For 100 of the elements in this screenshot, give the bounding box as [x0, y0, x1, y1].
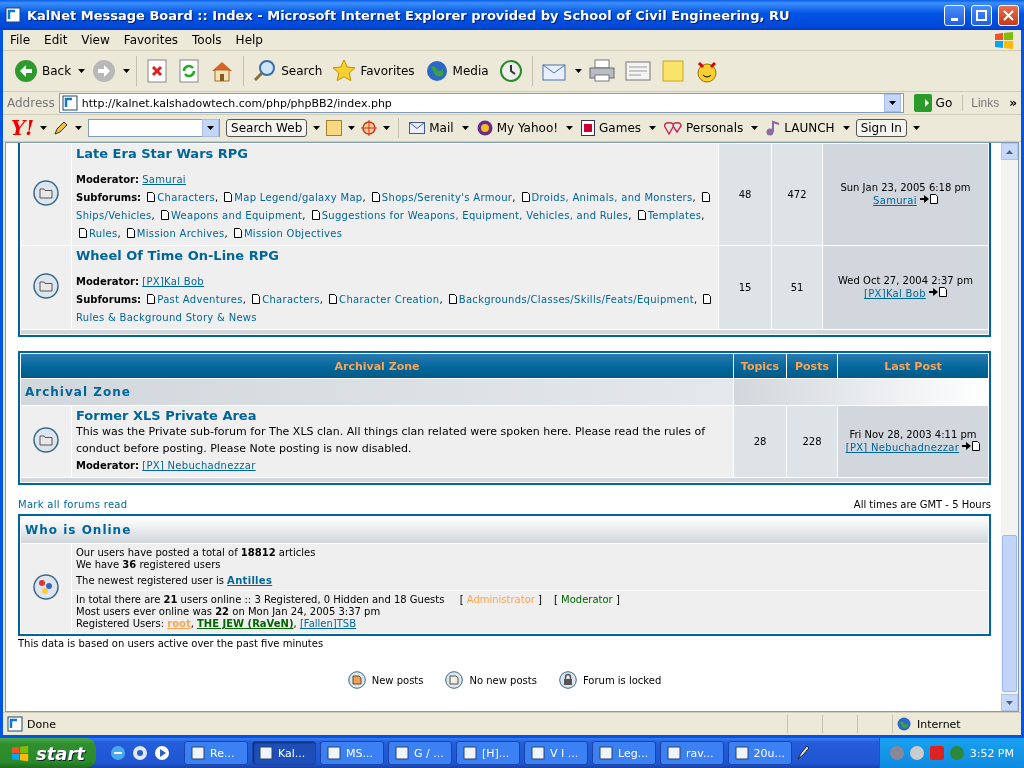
caret-icon[interactable]	[912, 126, 920, 130]
sign-in-button[interactable]: Sign In	[855, 119, 907, 137]
caret-icon[interactable]	[842, 126, 850, 130]
category-link[interactable]: Archival Zone	[21, 379, 733, 405]
document-icon	[637, 210, 646, 220]
moderator-link[interactable]: [PX] Nebuchadnezzar	[142, 460, 256, 471]
caret-icon[interactable]	[383, 126, 391, 130]
menu-item[interactable]: Help	[228, 30, 270, 50]
forum-title-link[interactable]: Former XLS Private Area	[76, 408, 729, 423]
scroll-up-button[interactable]	[1001, 143, 1018, 160]
subforum-link[interactable]: Past Adventures	[157, 294, 243, 305]
yahoo-toolbar-button[interactable]: Personals	[662, 121, 746, 135]
caret-icon[interactable]	[40, 126, 48, 130]
taskbar-button[interactable]: Leg...	[592, 741, 656, 765]
taskbar-button[interactable]: Re...	[184, 741, 248, 765]
highlight-icon[interactable]	[326, 120, 343, 136]
author-link[interactable]: [PX]Kal Bob	[864, 288, 926, 299]
pen-icon[interactable]	[796, 745, 810, 761]
window-icon	[395, 746, 409, 760]
user-link[interactable]: [Fallen]TSB	[299, 618, 357, 629]
caret-icon[interactable]	[566, 126, 574, 130]
subforum-link[interactable]: Ships/Vehicles	[76, 210, 152, 221]
moderator-label: Moderator:	[76, 276, 140, 287]
mark-read-link[interactable]: Mark all forums read	[18, 499, 128, 510]
taskbar-button[interactable]: G / ...	[388, 741, 452, 765]
yahoo-toolbar-button[interactable]: My Yahoo!	[474, 120, 561, 136]
browser-icon[interactable]	[132, 745, 148, 761]
last-post-date: Sun Jan 23, 2005 6:18 pm	[839, 182, 972, 194]
toolbar-button[interactable]: Media	[421, 57, 492, 85]
subforum-link[interactable]: Rules & Background Story & News	[76, 312, 257, 323]
moderator-link[interactable]: [PX]Kal Bob	[142, 276, 204, 287]
caret-icon[interactable]	[574, 69, 582, 73]
caret-icon[interactable]	[75, 126, 83, 130]
play-icon[interactable]	[154, 745, 170, 761]
user-link[interactable]: THE JEW (RaVeN)	[197, 618, 294, 629]
yahoo-logo[interactable]: Y!	[11, 116, 35, 140]
taskbar-button[interactable]: [H]...	[456, 741, 520, 765]
printer-icon	[588, 59, 615, 83]
minimize-button[interactable]	[944, 4, 965, 26]
arrow-document-icon[interactable]	[962, 441, 981, 451]
yahoo-toolbar-button[interactable]: LAUNCH	[764, 120, 837, 136]
topics-count: 15	[719, 246, 771, 329]
arrow-document-icon[interactable]	[929, 287, 947, 297]
taskbar-button[interactable]: MS...	[320, 741, 384, 765]
browser-icon[interactable]	[110, 745, 126, 761]
menu-item[interactable]: View	[74, 30, 117, 50]
taskbar-button[interactable]: 20u...	[728, 741, 792, 765]
caret-icon[interactable]	[78, 69, 86, 73]
caret-icon[interactable]	[461, 126, 469, 130]
subforum-link[interactable]: Backgrounds/Classes/Skills/Feats/Equipment	[458, 294, 694, 305]
address-field[interactable]: http://kalnet.kalshadowtech.com/php/phpBB2/index.php	[58, 93, 904, 113]
caret-icon[interactable]	[348, 126, 356, 130]
go-button[interactable]: Go	[907, 94, 959, 112]
caret-icon[interactable]	[649, 126, 657, 130]
separator-text: ,	[362, 192, 366, 203]
document-icon	[252, 294, 261, 304]
toolbar-button[interactable]: Back	[11, 57, 75, 85]
taskbar-button[interactable]: Kal...	[252, 741, 316, 765]
moderator-link[interactable]: Samurai	[142, 174, 186, 185]
menu-item[interactable]: Tools	[185, 30, 229, 50]
search-web-button[interactable]: Search Web	[226, 119, 308, 137]
menu-item[interactable]: Edit	[37, 30, 75, 50]
user-link[interactable]: Antilles	[227, 575, 273, 586]
start-button[interactable]: start	[0, 738, 96, 768]
scroll-down-button[interactable]	[1001, 694, 1018, 711]
forum-title-link[interactable]: Late Era Star Wars RPG	[76, 146, 714, 161]
taskbar-button[interactable]: rav...	[660, 741, 724, 765]
yahoo-toolbar-button[interactable]: Games	[579, 120, 644, 136]
legend-label: New posts	[371, 674, 424, 686]
menu-item[interactable]: Favorites	[116, 30, 186, 50]
folder-icon	[33, 180, 59, 206]
scrollbar-thumb[interactable]	[1002, 535, 1017, 692]
subforum-link[interactable]: Mission Archives	[136, 228, 225, 239]
crosshair-icon[interactable]	[361, 120, 378, 136]
subforum-link[interactable]: Mission Objectives	[243, 228, 343, 239]
subforum-link[interactable]: Droids, Animals, and Monsters	[531, 192, 693, 203]
subforum-link[interactable]: Characters	[157, 192, 215, 203]
author-link[interactable]: Samurai	[873, 195, 917, 206]
document-icon	[311, 210, 320, 220]
caret-icon[interactable]	[313, 126, 321, 130]
author-link[interactable]: [PX] Nebuchadnezzar	[845, 442, 960, 453]
caret-icon[interactable]	[751, 126, 759, 130]
taskbar-button[interactable]: V I ...	[524, 741, 588, 765]
toolbar-button[interactable]: Search	[250, 57, 326, 85]
arrow-document-icon[interactable]	[919, 194, 938, 204]
subforum-link[interactable]: Shops/Serenity's Armour	[381, 192, 513, 203]
caret-icon[interactable]	[123, 69, 131, 73]
chevron-icon[interactable]: »	[1009, 96, 1017, 110]
caret-icon[interactable]	[207, 126, 215, 130]
subforum-link[interactable]: Characters	[262, 294, 320, 305]
menu-item[interactable]: File	[3, 30, 38, 50]
yahoo-toolbar-button[interactable]: Mail	[407, 121, 456, 135]
forum-title-link[interactable]: Wheel Of Time On-Line RPG	[76, 248, 714, 263]
close-button[interactable]	[998, 4, 1019, 26]
pencil-icon[interactable]	[53, 120, 70, 136]
search-field[interactable]	[88, 119, 221, 137]
toolbar-button[interactable]: Favorites	[329, 57, 418, 85]
caret-icon[interactable]	[888, 101, 896, 105]
maximize-button[interactable]	[971, 4, 992, 26]
links-button[interactable]: Links	[962, 95, 1006, 111]
